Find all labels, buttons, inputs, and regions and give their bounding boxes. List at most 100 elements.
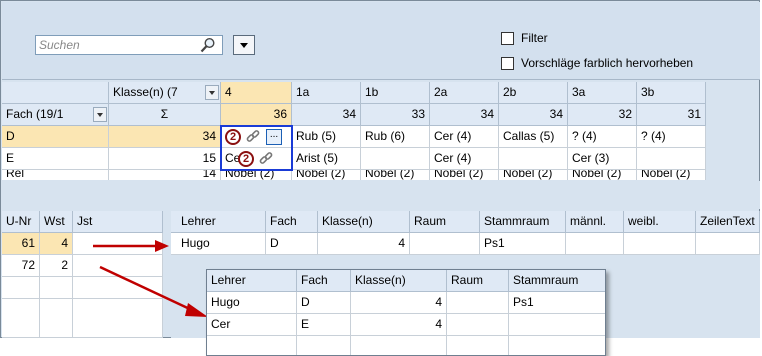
grid-cell[interactable]: Nobel (2) bbox=[568, 170, 637, 180]
grid-cell[interactable]: ? (4) bbox=[568, 126, 637, 148]
column-header-wst[interactable]: Wst bbox=[40, 211, 73, 233]
column-header-2a[interactable]: 2a bbox=[430, 82, 499, 104]
grid-corner bbox=[2, 82, 109, 104]
column-header-klassen[interactable]: Klasse(n) bbox=[318, 211, 410, 233]
grid-cell[interactable]: Cer (4) bbox=[430, 148, 499, 170]
filter-checkbox[interactable] bbox=[501, 32, 514, 45]
popup-empty-cell[interactable] bbox=[509, 336, 605, 355]
weibl-cell[interactable] bbox=[624, 233, 696, 255]
popup-empty-cell[interactable] bbox=[447, 336, 509, 355]
unr-cell[interactable]: 61 bbox=[2, 233, 40, 255]
column-header-3a[interactable]: 3a bbox=[568, 82, 637, 104]
empty-cell[interactable] bbox=[2, 277, 40, 299]
highlight-checkbox[interactable] bbox=[501, 57, 514, 70]
unr-cell[interactable]: 72 bbox=[2, 255, 40, 277]
column-header-jst[interactable]: Jst bbox=[73, 211, 163, 233]
chevron-down-icon[interactable] bbox=[205, 85, 219, 100]
empty-cell[interactable] bbox=[40, 299, 73, 338]
filter-label: Filter bbox=[521, 31, 548, 45]
maennl-cell[interactable] bbox=[566, 233, 624, 255]
search-options-dropdown[interactable] bbox=[233, 35, 255, 55]
popup-stammraum-cell[interactable]: Ps1 bbox=[509, 292, 605, 314]
column-header-weibl[interactable]: weibl. bbox=[624, 211, 696, 233]
popup-header-raum[interactable]: Raum bbox=[447, 270, 509, 292]
popup-lehrer-cell[interactable]: Cer bbox=[207, 314, 297, 336]
wst-cell[interactable]: 2 bbox=[40, 255, 73, 277]
popup-fach-cell[interactable]: E bbox=[297, 314, 351, 336]
empty-cell[interactable] bbox=[2, 299, 40, 338]
grid-cell[interactable]: Nobel (2) bbox=[499, 170, 568, 180]
chevron-down-icon[interactable] bbox=[93, 107, 107, 122]
popup-klassen-cell[interactable]: 4 bbox=[351, 314, 447, 336]
column-header-raum[interactable]: Raum bbox=[410, 211, 480, 233]
grid-cell[interactable]: Nobel (2) bbox=[221, 170, 292, 180]
fach-row-label[interactable]: D bbox=[2, 126, 109, 148]
grid-cell[interactable]: Nobel (2) bbox=[430, 170, 499, 180]
lehrer-cell[interactable]: Hugo bbox=[177, 233, 266, 255]
fach-header-label: Fach (19/1 bbox=[6, 107, 64, 121]
grid-cell[interactable]: Cer (4) bbox=[430, 126, 499, 148]
sum-3a: 32 bbox=[568, 104, 637, 126]
popup-header-lehrer[interactable]: Lehrer bbox=[207, 270, 297, 292]
grid-cell[interactable] bbox=[637, 148, 706, 170]
column-header-3b[interactable]: 3b bbox=[637, 82, 706, 104]
arrow-to-teacher-grid bbox=[93, 240, 169, 252]
column-header-2b[interactable]: 2b bbox=[499, 82, 568, 104]
grid-cell[interactable]: Rub (6) bbox=[361, 126, 430, 148]
column-header-unr[interactable]: U-Nr bbox=[2, 211, 40, 233]
search-icon[interactable] bbox=[200, 37, 216, 53]
empty-cell[interactable] bbox=[40, 277, 73, 299]
row-total: 14 bbox=[109, 170, 221, 180]
grid-cell[interactable]: Cer (3) bbox=[568, 148, 637, 170]
wst-cell[interactable]: 4 bbox=[40, 233, 73, 255]
grid-cell[interactable]: Nobel (2) bbox=[637, 170, 706, 180]
klassen-filter-combo[interactable]: Klasse(n) (7 bbox=[109, 82, 221, 104]
grid-cell[interactable]: Rub (5) bbox=[292, 126, 361, 148]
sigma-header: Σ bbox=[109, 104, 221, 126]
grid-cell[interactable]: Callas (5) bbox=[499, 126, 568, 148]
popup-empty-cell[interactable] bbox=[297, 336, 351, 355]
column-header-fach[interactable]: Fach bbox=[266, 211, 318, 233]
column-header-stammraum[interactable]: Stammraum bbox=[480, 211, 566, 233]
teacher-popup: Lehrer Fach Klasse(n) Raum Stammraum Hug… bbox=[206, 269, 606, 356]
column-header-maennl[interactable]: männl. bbox=[566, 211, 624, 233]
popup-klassen-cell[interactable]: 4 bbox=[351, 292, 447, 314]
popup-raum-cell[interactable] bbox=[447, 292, 509, 314]
raum-cell[interactable] bbox=[410, 233, 480, 255]
sum-2b: 34 bbox=[499, 104, 568, 126]
row-total: 34 bbox=[109, 126, 221, 148]
zeilentext-cell[interactable] bbox=[696, 233, 760, 255]
search-input[interactable]: Suchen bbox=[35, 35, 223, 55]
grid-cell[interactable]: Arist (5) bbox=[292, 148, 361, 170]
popup-raum-cell[interactable] bbox=[447, 314, 509, 336]
arrow-to-popup bbox=[99, 265, 208, 317]
grid-cell[interactable]: Nobel (2) bbox=[292, 170, 361, 180]
fach-cell[interactable]: D bbox=[266, 233, 318, 255]
column-header-4[interactable]: 4 bbox=[221, 82, 292, 104]
grid-cell[interactable]: Nobel (2) bbox=[361, 170, 430, 180]
sum-4: 36 bbox=[221, 104, 292, 126]
fach-row-label[interactable]: Rel bbox=[2, 170, 109, 180]
clipped-row: Rel 14 Nobel (2) Nobel (2) Nobel (2) Nob… bbox=[2, 170, 706, 180]
popup-empty-cell[interactable] bbox=[351, 336, 447, 355]
popup-empty-cell[interactable] bbox=[207, 336, 297, 355]
popup-lehrer-cell[interactable]: Hugo bbox=[207, 292, 297, 314]
grid-cell[interactable] bbox=[361, 148, 430, 170]
column-header-lehrer[interactable]: Lehrer bbox=[177, 211, 266, 233]
popup-header-stammraum[interactable]: Stammraum bbox=[509, 270, 605, 292]
fach-filter-combo[interactable]: Fach (19/1 bbox=[2, 104, 109, 126]
column-header-1b[interactable]: 1b bbox=[361, 82, 430, 104]
klassen-cell[interactable]: 4 bbox=[318, 233, 410, 255]
stammraum-cell[interactable]: Ps1 bbox=[480, 233, 566, 255]
popup-header-klassen[interactable]: Klasse(n) bbox=[351, 270, 447, 292]
grid-cell[interactable]: ? (4) bbox=[637, 126, 706, 148]
fach-row-label[interactable]: E bbox=[2, 148, 109, 170]
popup-header-fach[interactable]: Fach bbox=[297, 270, 351, 292]
grid-cell[interactable] bbox=[499, 148, 568, 170]
popup-fach-cell[interactable]: D bbox=[297, 292, 351, 314]
search-placeholder: Suchen bbox=[39, 38, 80, 52]
column-header-1a[interactable]: 1a bbox=[292, 82, 361, 104]
popup-stammraum-cell[interactable] bbox=[509, 314, 605, 336]
splitter[interactable] bbox=[2, 181, 760, 209]
column-header-zeilentext[interactable]: ZeilenText bbox=[696, 211, 760, 233]
